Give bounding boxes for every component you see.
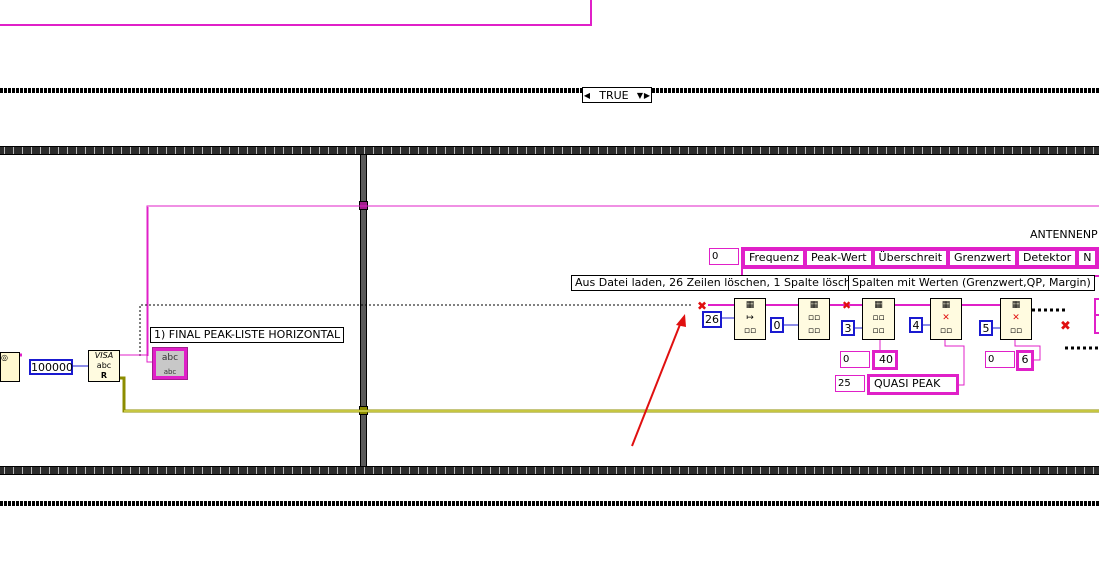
index-icon: ▫▫ (872, 313, 885, 323)
columns-comment-label: Spalten mit Werten (Grenzwert,QP, Margin… (848, 275, 1095, 291)
replace-array-node[interactable]: ▦ ✕ ▫▫ (930, 298, 962, 340)
array-index-display[interactable]: 25 (835, 375, 865, 392)
array-index-display[interactable]: 0 (840, 351, 870, 368)
array-icon: ▫▫ (743, 326, 757, 336)
replace-array-node[interactable]: ▦ ▫▫ ▫▫ (862, 298, 895, 340)
array-icon: ▦ (1011, 300, 1021, 310)
array-icon: ▦ (874, 300, 883, 310)
header-array-element[interactable]: Detektor (1017, 250, 1077, 266)
broken-wire-icon: ✖ (1060, 319, 1071, 334)
partial-node-edge (1094, 298, 1099, 334)
index-icon: ▫▫ (807, 313, 821, 323)
header-array-element[interactable]: Grenzwert (949, 250, 1016, 266)
array-icon: ▦ (941, 300, 951, 310)
load-comment-label: Aus Datei laden, 26 Zeilen löschen, 1 Sp… (571, 275, 869, 291)
visa-icon: VISA (94, 351, 114, 360)
delete-x-icon: ✕ (1012, 313, 1020, 323)
timeout-constant[interactable]: 100000 (29, 359, 73, 375)
visa-node-partial[interactable]: ◎ (0, 352, 20, 382)
header-array-element[interactable]: Überschreit (873, 250, 948, 266)
header-array-element[interactable]: N (1078, 250, 1097, 266)
delete-from-array-node[interactable]: ▦ ↦ ▫▫ (734, 298, 766, 340)
replace-array-node[interactable]: ▦ ✕ ▫▫ (1000, 298, 1032, 340)
quasi-peak-constant[interactable]: QUASI PEAK (867, 374, 959, 395)
array-icon: ▫▫ (1009, 326, 1023, 336)
array-icon: ▦ (809, 300, 819, 310)
four-constant[interactable]: 4 (909, 317, 923, 333)
annotation-arrowhead (676, 314, 686, 327)
read-icon: R (100, 371, 108, 380)
antenna-label: ANTENNENP (1030, 228, 1098, 241)
array-index-display[interactable]: 0 (709, 248, 739, 265)
array-icon: ▦ (745, 300, 755, 310)
array-index-display[interactable]: 0 (985, 351, 1015, 368)
forty-constant[interactable]: 40 (872, 350, 898, 370)
three-constant[interactable]: 3 (841, 320, 855, 336)
string-wire (117, 354, 152, 363)
abc-indicator-icon: abc abc (156, 351, 184, 376)
six-constant[interactable]: 6 (1016, 350, 1034, 371)
header-array-element[interactable]: Peak-Wert (806, 250, 872, 266)
delete-from-array-node[interactable]: ▦ ▫▫ ▫▫ (798, 298, 830, 340)
zero-constant[interactable]: 0 (770, 317, 784, 333)
wire-diagram (0, 205, 1099, 447)
index-icon: ↦ (746, 313, 754, 323)
five-constant[interactable]: 5 (979, 320, 993, 336)
header-array-constant[interactable]: Frequenz Peak-Wert Überschreit Grenzwert… (741, 247, 1099, 269)
visa-read-node[interactable]: VISA abc R (88, 350, 120, 382)
array-icon: ▫▫ (807, 326, 821, 336)
annotation-arrow (631, 321, 682, 447)
delete-x-icon: ✕ (942, 313, 950, 323)
visa-icon: ◎ (1, 353, 8, 362)
rows-delete-constant[interactable]: 26 (702, 311, 722, 328)
array-icon: ▫▫ (939, 326, 953, 336)
array-icon: ▫▫ (872, 326, 885, 336)
peak-list-label: 1) FINAL PEAK-LISTE HORIZONTAL (150, 327, 345, 343)
string-indicator-terminal[interactable]: abc abc (152, 347, 188, 380)
abc-icon: abc (96, 361, 112, 370)
header-array-element[interactable]: Frequenz (744, 250, 805, 266)
broken-wire-icon: ✖ (842, 299, 852, 312)
